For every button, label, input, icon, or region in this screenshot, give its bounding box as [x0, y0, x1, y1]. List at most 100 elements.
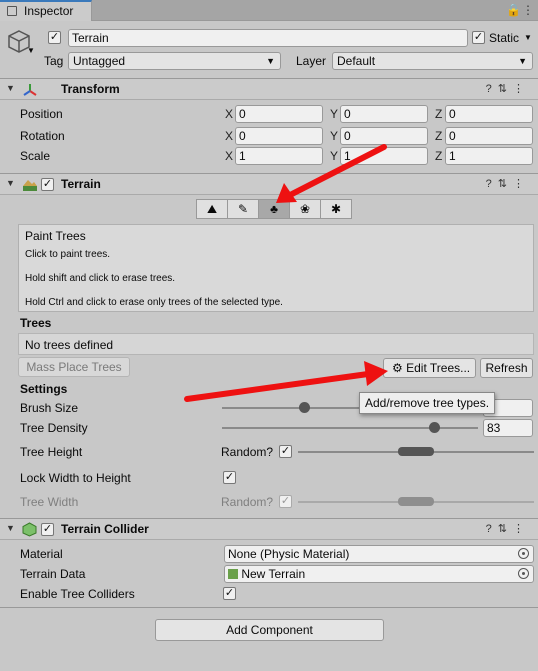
scale-x-field[interactable]: 1	[235, 147, 323, 165]
range-handle[interactable]	[398, 497, 434, 506]
lock-width-label: Lock Width to Height	[20, 471, 131, 485]
refresh-button[interactable]: Refresh	[480, 358, 533, 378]
position-x-field[interactable]: 0	[235, 105, 323, 123]
axis-y-label: Y	[330, 107, 339, 121]
material-field[interactable]: None (Physic Material)	[224, 545, 534, 563]
collider-title: Terrain Collider	[61, 522, 149, 536]
annotation-arrow-to-edit-trees	[184, 361, 388, 402]
axis-y-label: Y	[330, 149, 339, 163]
tree-density-field[interactable]: 83	[483, 419, 533, 437]
position-label: Position	[20, 107, 63, 121]
tab-bar: Inspector 🔒 ⋮	[0, 0, 538, 21]
position-y-field[interactable]: 0	[340, 105, 428, 123]
axis-z-label: Z	[435, 149, 443, 163]
object-picker-icon[interactable]	[518, 568, 529, 579]
component-header-icons[interactable]: ?⇅⋮	[486, 82, 530, 95]
material-label: Material	[20, 547, 63, 561]
terrain-title: Terrain	[61, 177, 101, 191]
raise-lower-terrain-tool[interactable]: ⛰	[196, 199, 228, 219]
mass-place-trees-button[interactable]: Mass Place Trees	[18, 357, 130, 377]
terrain-data-label: Terrain Data	[20, 567, 86, 581]
collider-icon	[22, 522, 37, 537]
terrain-icon	[23, 180, 37, 191]
static-checkbox[interactable]: ✓	[472, 31, 485, 44]
edit-trees-tooltip: Add/remove tree types.	[359, 392, 496, 414]
tree-height-range-slider[interactable]	[298, 444, 534, 460]
transform-title: Transform	[61, 82, 120, 96]
tree-width-random-checkbox[interactable]: ✓	[279, 495, 292, 508]
axis-x-label: X	[225, 107, 234, 121]
axis-x-label: X	[225, 129, 234, 143]
help-line: Click to paint trees.	[25, 249, 111, 260]
add-component-button[interactable]: Add Component	[155, 619, 384, 641]
tree-width-label: Tree Width	[20, 495, 79, 509]
paint-details-tool[interactable]: ❀	[289, 199, 321, 219]
edit-trees-button[interactable]: ⚙ Edit Trees...	[383, 358, 476, 378]
enable-tree-colliders-label: Enable Tree Colliders	[20, 587, 135, 601]
object-name-field[interactable]: Terrain	[68, 29, 468, 47]
terrain-header[interactable]: ▼ ✓ Terrain ?⇅⋮	[0, 173, 538, 195]
tree-width-range-slider[interactable]	[298, 494, 534, 510]
tree-list[interactable]: No trees defined	[18, 333, 534, 355]
rotation-z-field[interactable]: 0	[445, 127, 533, 145]
gear-icon: ⚙	[392, 361, 403, 375]
slider-knob[interactable]	[298, 402, 310, 413]
settings-heading: Settings	[20, 382, 68, 396]
static-label: Static	[489, 31, 520, 45]
divider	[0, 607, 538, 608]
lock-icon[interactable]: 🔒	[506, 3, 521, 17]
terrain-data-field[interactable]: New Terrain	[224, 565, 534, 583]
static-dropdown-arrow[interactable]: ▼	[524, 33, 532, 42]
position-z-field[interactable]: 0	[445, 105, 533, 123]
terrain-enabled-checkbox[interactable]: ✓	[41, 178, 54, 191]
transform-axes-icon	[23, 84, 37, 96]
object-active-checkbox[interactable]: ✓	[48, 31, 61, 44]
brush-size-label: Brush Size	[20, 401, 79, 415]
tag-label: Tag	[44, 54, 64, 68]
paint-texture-tool[interactable]: ✎	[227, 199, 259, 219]
range-handle[interactable]	[398, 447, 434, 456]
tree-density-slider[interactable]	[222, 420, 478, 436]
chevron-down-icon: ▼	[518, 56, 527, 66]
axis-z-label: Z	[435, 129, 443, 143]
tree-height-random-checkbox[interactable]: ✓	[279, 445, 292, 458]
tab-label: Inspector	[24, 4, 74, 18]
scale-y-field[interactable]: 1	[340, 147, 428, 165]
foldout-arrow-icon[interactable]: ▼	[6, 83, 15, 93]
foldout-arrow-icon[interactable]: ▼	[6, 178, 15, 188]
lock-width-checkbox[interactable]: ✓	[223, 471, 236, 484]
terrain-asset-icon	[228, 569, 238, 579]
object-picker-icon[interactable]	[518, 548, 529, 559]
inspector-icon	[7, 6, 17, 16]
scale-label: Scale	[20, 149, 51, 163]
rotation-x-field[interactable]: 0	[235, 127, 323, 145]
random-label: Random?	[221, 445, 274, 459]
icon-dropdown-arrow[interactable]: ▼	[27, 46, 35, 55]
menu-icon[interactable]: ⋮	[522, 3, 534, 17]
axis-z-label: Z	[435, 107, 443, 121]
enable-tree-colliders-checkbox[interactable]: ✓	[223, 587, 236, 600]
no-trees-text: No trees defined	[25, 338, 114, 352]
random-label: Random?	[221, 495, 274, 509]
scale-z-field[interactable]: 1	[445, 147, 533, 165]
rotation-label: Rotation	[20, 129, 65, 143]
transform-header[interactable]: ▼ Transform ?⇅⋮	[0, 78, 538, 100]
collider-enabled-checkbox[interactable]: ✓	[41, 523, 54, 536]
terrain-settings-tool[interactable]: ✱	[320, 199, 352, 219]
paint-trees-tool[interactable]: ♣	[258, 199, 290, 219]
axis-y-label: Y	[330, 129, 339, 143]
tree-density-label: Tree Density	[20, 421, 88, 435]
tree-height-label: Tree Height	[20, 445, 83, 459]
chevron-down-icon: ▼	[266, 56, 275, 66]
component-header-icons[interactable]: ?⇅⋮	[486, 177, 530, 190]
rotation-y-field[interactable]: 0	[340, 127, 428, 145]
tag-dropdown[interactable]: Untagged ▼	[68, 52, 281, 70]
foldout-arrow-icon[interactable]: ▼	[6, 523, 15, 533]
layer-label: Layer	[296, 54, 327, 68]
component-header-icons[interactable]: ?⇅⋮	[486, 522, 530, 535]
slider-knob[interactable]	[429, 422, 441, 433]
tab-inspector[interactable]: Inspector	[0, 0, 92, 21]
terrain-collider-header[interactable]: ▼ ✓ Terrain Collider ?⇅⋮	[0, 518, 538, 540]
layer-dropdown[interactable]: Default ▼	[332, 52, 533, 70]
help-line: Hold Ctrl and click to erase only trees …	[25, 297, 283, 308]
